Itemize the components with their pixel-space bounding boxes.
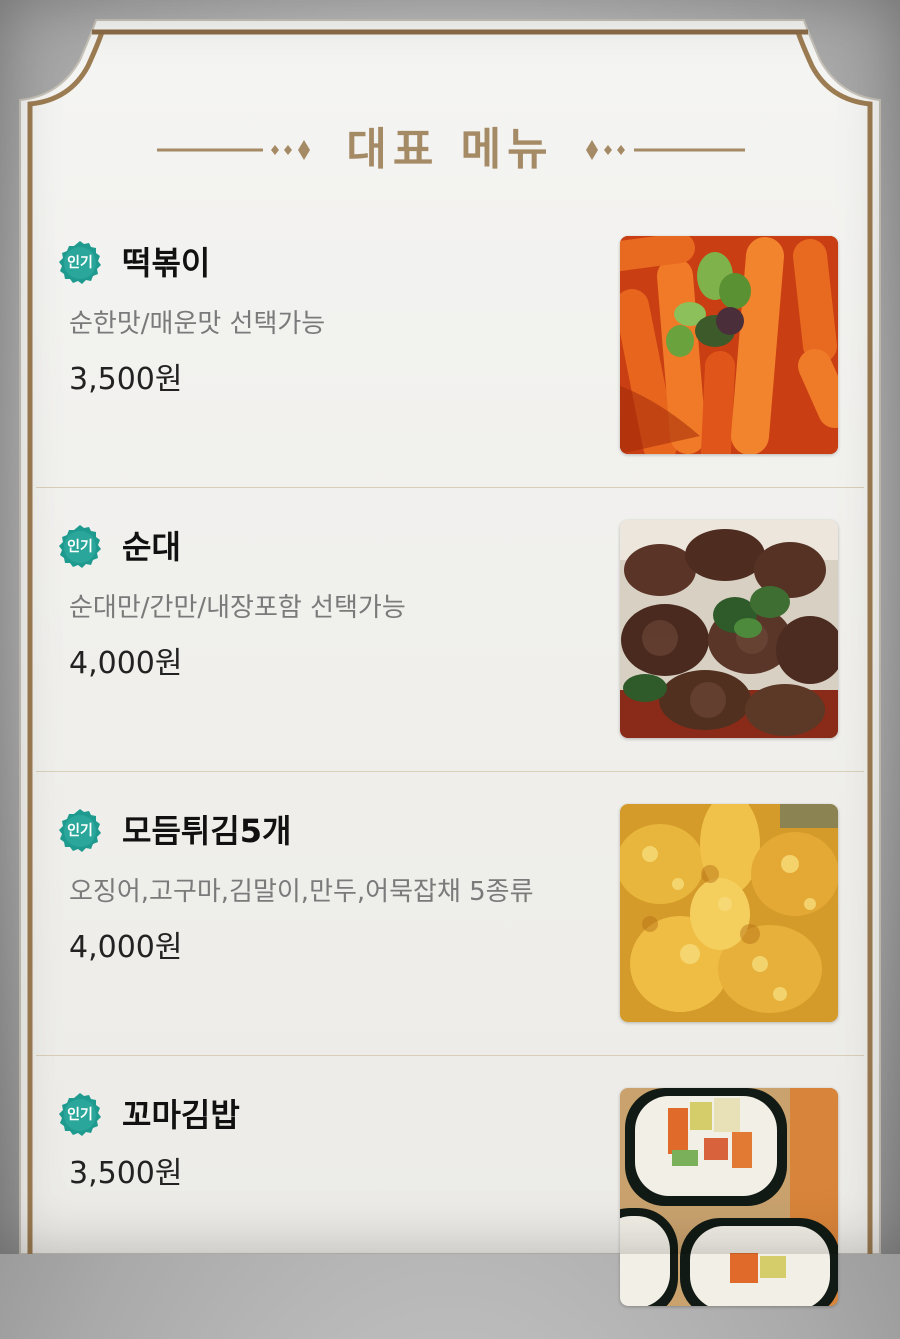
item-name: 꼬마김밥 — [122, 1096, 240, 1134]
item-price: 3,500원 — [69, 1156, 183, 1191]
menu-item-sundae[interactable]: 인기 순대 순대만/간만/내장포함 선택가능 4,000원 — [36, 488, 864, 772]
right-ornament-icon — [586, 140, 745, 160]
badge-label: 인기 — [67, 255, 93, 271]
tteokbokki-photo[interactable] — [620, 236, 838, 454]
item-price: 3,500원 — [69, 362, 183, 397]
badge-label: 인기 — [67, 539, 93, 555]
fried-assortment-photo[interactable] — [620, 804, 838, 1022]
menu-item-mini-gimbap[interactable]: 인기 꼬마김밥 3,500원 — [36, 1056, 864, 1339]
menu-list: 인기 떡볶이 순한맛/매운맛 선택가능 3,500원 인기 순대 순대만/간만/… — [36, 204, 864, 1339]
item-name: 떡볶이 — [122, 244, 211, 282]
badge-label: 인기 — [67, 1107, 93, 1123]
section-header: 대표 메뉴 — [0, 118, 900, 182]
sundae-photo[interactable] — [620, 520, 838, 738]
item-name: 순대 — [122, 528, 181, 566]
menu-item-tteokbokki[interactable]: 인기 떡볶이 순한맛/매운맛 선택가능 3,500원 — [36, 204, 864, 488]
item-price: 4,000원 — [69, 930, 183, 965]
item-description: 순한맛/매운맛 선택가능 — [69, 309, 326, 339]
menu-item-fried-assortment[interactable]: 인기 모듬튀김5개 오징어,고구마,김말이,만두,어묵잡채 5종류 4,000원 — [36, 772, 864, 1056]
mini-gimbap-photo[interactable] — [620, 1088, 838, 1306]
item-description: 순대만/간만/내장포함 선택가능 — [69, 593, 406, 623]
badge-label: 인기 — [67, 823, 93, 839]
section-title: 대표 메뉴 — [346, 124, 554, 175]
item-name: 모듬튀김5개 — [122, 812, 292, 850]
item-price: 4,000원 — [69, 646, 183, 681]
item-description: 오징어,고구마,김말이,만두,어묵잡채 5종류 — [69, 877, 534, 907]
